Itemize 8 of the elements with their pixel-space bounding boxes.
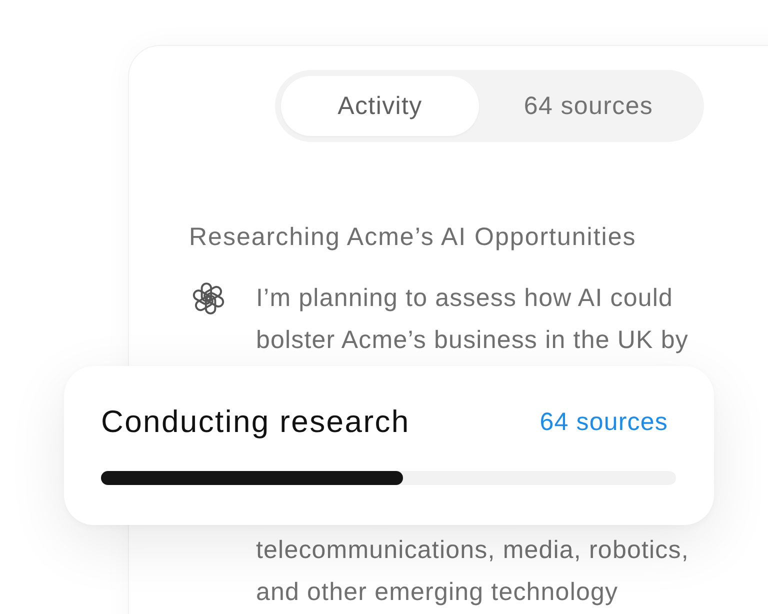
tab[interactable]: 64 sources xyxy=(479,76,698,136)
progress-title: Conducting research xyxy=(101,403,410,441)
message-text: telecommunications, media, robotics, and other emerging technology xyxy=(256,535,689,608)
knot-icon xyxy=(192,282,225,315)
tab[interactable]: Activity xyxy=(281,76,479,136)
sources-link[interactable]: 64 sources xyxy=(540,407,668,437)
activity-heading: Researching Acme’s AI Opportunities xyxy=(189,222,638,253)
message-text: I’m planning to assess how AI could bolster Acme’s business in the UK by xyxy=(256,283,689,356)
